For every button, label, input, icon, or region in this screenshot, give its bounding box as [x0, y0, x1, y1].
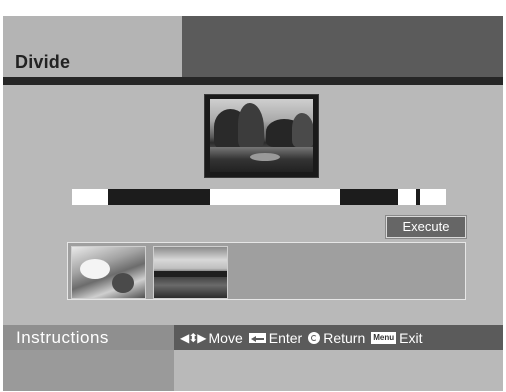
- title-panel: Divide: [3, 16, 182, 77]
- tree-shape: [292, 113, 313, 147]
- scene-thumbnail-2[interactable]: [154, 247, 227, 298]
- thumbnail-shape: [80, 259, 110, 279]
- key-hints: ◀⬍▶ Move Enter Return Menu Exit: [174, 325, 503, 350]
- thumbnail-shape: [154, 271, 227, 277]
- title-divider: [3, 77, 503, 85]
- divide-timeline-bar[interactable]: [72, 189, 446, 205]
- page-title: Divide: [15, 52, 71, 72]
- execute-button[interactable]: Execute: [386, 216, 466, 238]
- timeline-segment: [340, 189, 398, 205]
- hint-return: Return: [308, 330, 365, 346]
- hint-label: Move: [208, 329, 243, 346]
- bottom-panel: [174, 350, 503, 391]
- tree-shape: [238, 103, 264, 149]
- thumbnail-strip: [67, 242, 466, 300]
- hint-label: Return: [323, 329, 366, 346]
- arrows-icon: ◀⬍▶: [180, 330, 206, 345]
- hint-exit: Menu Exit: [371, 330, 422, 346]
- hint-move: ◀⬍▶ Move: [180, 330, 243, 346]
- divide-screen: Divide Execute Instructions ◀⬍▶ Move Ent…: [3, 16, 503, 391]
- title-panel-right: [182, 16, 503, 77]
- timeline-cursor: [416, 189, 420, 205]
- hint-label: Exit: [399, 329, 423, 346]
- thumbnail-shape: [112, 273, 134, 293]
- scene-thumbnail-1[interactable]: [72, 247, 145, 298]
- hint-label: Enter: [268, 329, 303, 346]
- preview-image: [210, 99, 313, 172]
- enter-icon: [248, 332, 266, 343]
- menu-key-icon: Menu: [371, 331, 397, 344]
- bottom-left-panel: [3, 350, 174, 391]
- water-highlight: [250, 153, 280, 161]
- timeline-segment: [108, 189, 210, 205]
- instructions-label: Instructions: [3, 325, 174, 350]
- tv-screen: Divide Execute Instructions ◀⬍▶ Move Ent…: [0, 0, 506, 392]
- hint-enter: Enter: [248, 329, 303, 346]
- preview-frame: [204, 94, 319, 178]
- return-icon: [308, 331, 321, 344]
